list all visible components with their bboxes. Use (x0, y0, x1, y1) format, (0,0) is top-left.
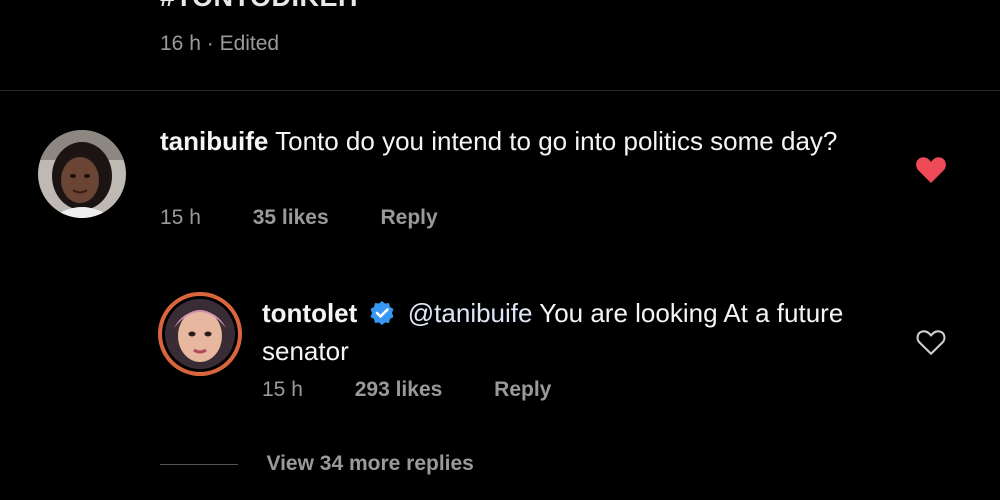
reply-reply-button[interactable]: Reply (494, 378, 551, 402)
post-caption-hashtag[interactable]: #TONTODIKEH (160, 0, 358, 13)
comment-like-heart-icon[interactable] (915, 156, 947, 189)
comment-actions: 15 h 35 likes Reply (160, 206, 438, 230)
comment-time: 15 h (160, 206, 201, 229)
comment-body: tanibuife Tonto do you intend to go into… (160, 124, 880, 158)
comment-text: Tonto do you intend to go into politics … (275, 126, 838, 156)
post-edited-label: Edited (219, 32, 280, 55)
commenter-avatar[interactable] (38, 130, 126, 218)
reply-body: tontolet @tanibuife You are looking At a… (262, 296, 862, 368)
meta-separator: · (206, 32, 214, 55)
view-more-replies-button[interactable]: View 34 more replies (160, 452, 474, 476)
reply-username[interactable]: tontolet (262, 298, 357, 328)
post-time: 16 h (160, 32, 201, 55)
divider (0, 90, 1000, 91)
comment-reply-button[interactable]: Reply (380, 206, 437, 230)
comment-username[interactable]: tanibuife (160, 126, 268, 156)
reply-author-avatar[interactable] (158, 292, 242, 376)
replies-divider-line (160, 463, 238, 465)
comment-likes-count[interactable]: 35 likes (253, 206, 329, 230)
post-meta: 16 h · Edited (160, 32, 279, 56)
reply-like-heart-icon[interactable] (916, 329, 946, 361)
reply-likes-count[interactable]: 293 likes (355, 378, 443, 402)
verified-badge-icon (369, 300, 395, 334)
view-more-replies-label: View 34 more replies (266, 452, 474, 475)
reply-mention[interactable]: @tanibuife (408, 298, 533, 328)
reply-time: 15 h (262, 378, 303, 401)
reply-actions: 15 h 293 likes Reply (262, 378, 551, 402)
